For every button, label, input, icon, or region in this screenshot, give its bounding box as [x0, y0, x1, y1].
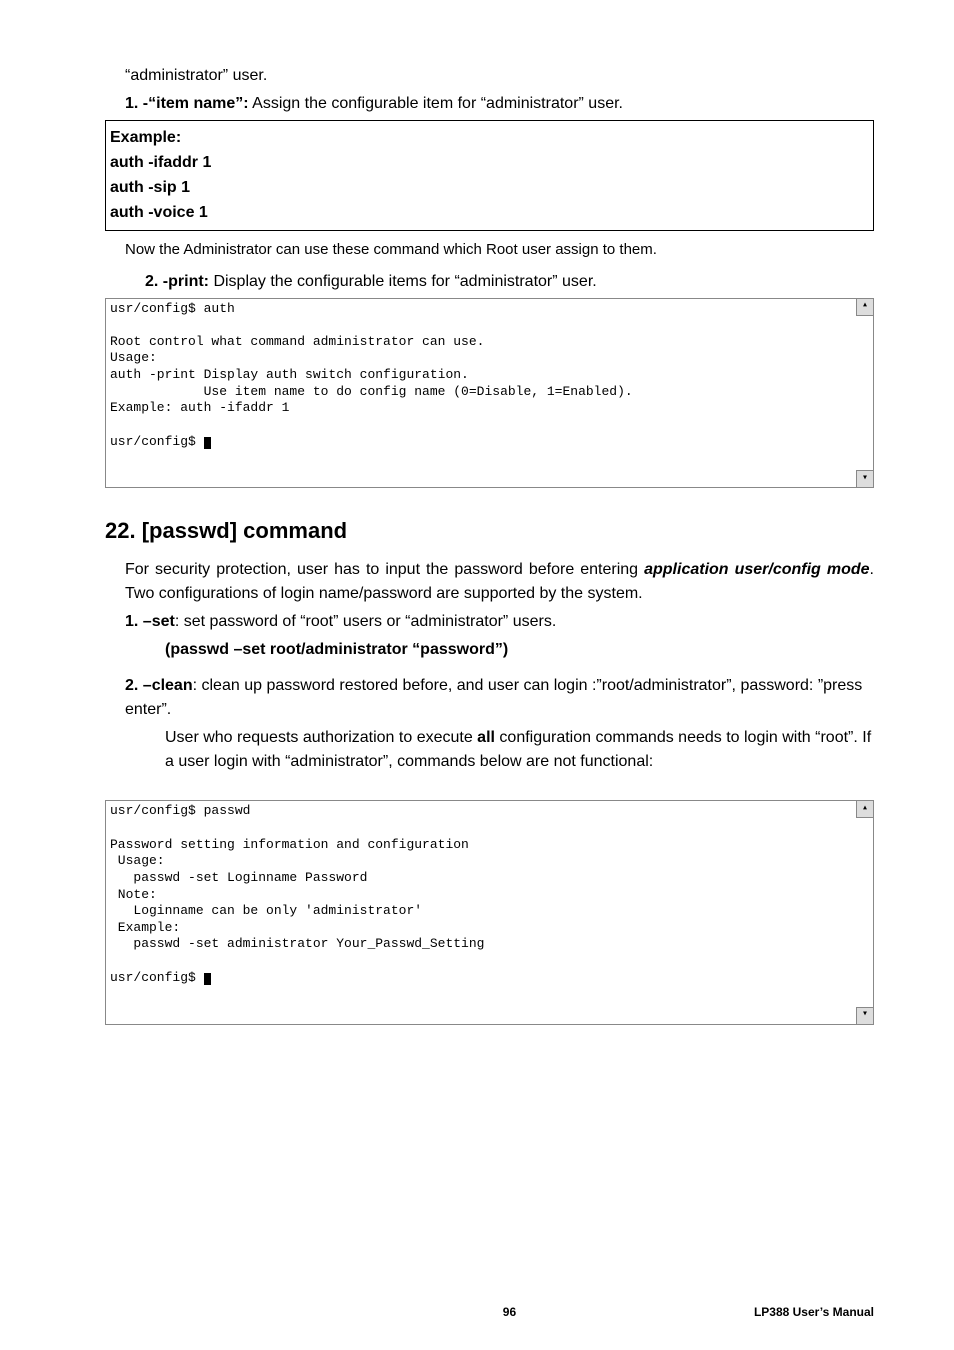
tail-a: User who requests authorization to execu…: [165, 729, 477, 746]
scroll-down-icon[interactable]: ▾: [856, 1007, 874, 1025]
clean-line: 2. –clean: clean up password restored be…: [125, 674, 874, 722]
item-2-text: Display the configurable items for “admi…: [209, 273, 597, 290]
admin-user-line: “administrator” user.: [125, 64, 874, 88]
section-22-heading: 22. [passwd] command: [105, 518, 874, 544]
tail-para: User who requests authorization to execu…: [165, 726, 874, 774]
terminal-passwd-text: usr/config$ passwd Password setting info…: [110, 803, 484, 984]
cursor-icon: [204, 973, 211, 985]
item-1-line: 1. -“item name”: Assign the configurable…: [125, 92, 874, 116]
item-1-text: Assign the configurable item for “admini…: [249, 95, 623, 112]
item-2-label: 2. -print:: [145, 273, 209, 290]
clean-text: : clean up password restored before, and…: [125, 677, 862, 718]
set-usage: (passwd –set root/administrator “passwor…: [165, 638, 874, 662]
scroll-up-icon[interactable]: ▴: [856, 800, 874, 818]
para1-a: For security protection, user has to inp…: [125, 561, 644, 578]
section-22-para1: For security protection, user has to inp…: [125, 558, 874, 606]
page-footer: 96 LP388 User’s Manual: [105, 1305, 874, 1319]
set-text: : set password of “root” users or “admin…: [175, 613, 556, 630]
example-box: Example: auth -ifaddr 1 auth -sip 1 auth…: [105, 120, 874, 231]
item-1-label: 1. -“item name”:: [125, 95, 249, 112]
manual-title: LP388 User’s Manual: [754, 1305, 874, 1319]
clean-label: 2. –clean: [125, 677, 193, 694]
terminal-auth: usr/config$ auth Root control what comma…: [105, 298, 874, 489]
example-cmd-2: auth -sip 1: [110, 176, 869, 200]
set-line: 1. –set: set password of “root” users or…: [125, 610, 874, 634]
tail-b: all: [477, 729, 495, 746]
para1-b: application user/config mode: [644, 561, 869, 578]
example-cmd-3: auth -voice 1: [110, 201, 869, 225]
page-number: 96: [265, 1305, 754, 1319]
set-label: 1. –set: [125, 613, 175, 630]
cursor-icon: [204, 437, 211, 449]
terminal-auth-text: usr/config$ auth Root control what comma…: [110, 301, 633, 449]
scroll-down-icon[interactable]: ▾: [856, 470, 874, 488]
terminal-passwd: usr/config$ passwd Password setting info…: [105, 800, 874, 1024]
scroll-up-icon[interactable]: ▴: [856, 298, 874, 316]
item-2-line: 2. -print: Display the configurable item…: [145, 270, 874, 294]
example-cmd-1: auth -ifaddr 1: [110, 151, 869, 175]
set-usage-text: (passwd –set root/administrator “passwor…: [165, 641, 508, 658]
example-title: Example:: [110, 126, 869, 150]
admin-note: Now the Administrator can use these comm…: [125, 239, 874, 262]
